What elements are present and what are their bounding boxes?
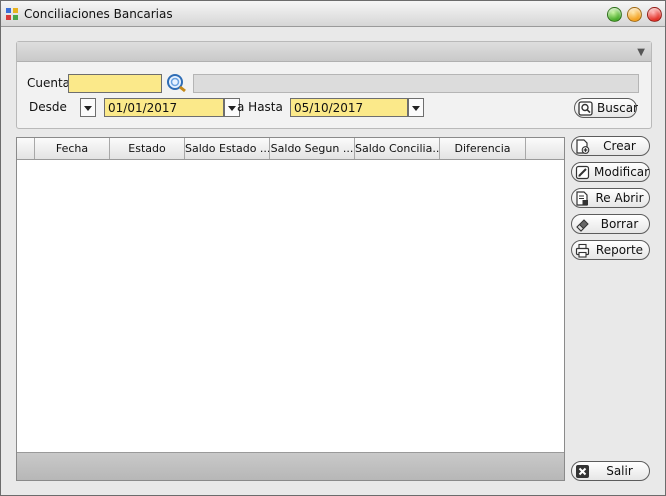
column-header-saldo-segun[interactable]: Saldo Segun ... — [270, 138, 355, 159]
edit-icon — [575, 165, 590, 180]
printer-icon — [575, 243, 590, 258]
crear-button[interactable]: Crear — [571, 136, 650, 156]
filter-panel-header[interactable]: ▼ — [17, 42, 651, 62]
title-bar[interactable]: Conciliaciones Bancarias — [1, 1, 665, 27]
crear-label: Crear — [603, 139, 636, 153]
search-icon — [578, 101, 593, 116]
borrar-label: Borrar — [600, 217, 639, 231]
cuenta-label: Cuenta — [27, 76, 71, 90]
new-document-icon — [576, 139, 590, 154]
hasta-label: a Hasta — [237, 100, 283, 114]
column-header-estado[interactable]: Estado — [110, 138, 185, 159]
row-selector-header[interactable] — [17, 138, 35, 159]
buscar-button[interactable]: Buscar — [574, 98, 638, 118]
grid-header: Fecha Estado Saldo Estado ... Saldo Segu… — [17, 138, 564, 160]
modificar-label: Modificar — [594, 165, 650, 179]
window-title: Conciliaciones Bancarias — [24, 7, 173, 21]
column-header-diferencia[interactable]: Diferencia — [440, 138, 526, 159]
filter-panel: ▼ Cuenta Desde a Hasta Buscar — [16, 41, 652, 129]
desde-label: Desde — [29, 100, 67, 114]
main-window: Conciliaciones Bancarias ▼ Cuenta Desde … — [0, 0, 666, 496]
desde-mode-dropdown[interactable] — [80, 98, 96, 117]
reabrir-button[interactable]: Re Abrir — [571, 188, 650, 208]
conciliaciones-grid[interactable]: Fecha Estado Saldo Estado ... Saldo Segu… — [16, 137, 565, 481]
cuenta-description-field — [193, 74, 639, 93]
borrar-button[interactable]: Borrar — [571, 214, 650, 234]
cuenta-input[interactable] — [68, 74, 162, 93]
column-header-saldo-conciliado[interactable]: Saldo Concilia... — [355, 138, 440, 159]
modificar-button[interactable]: Modificar — [571, 162, 650, 182]
salir-label: Salir — [606, 464, 633, 478]
minimize-button[interactable] — [607, 7, 622, 22]
maximize-button[interactable] — [627, 7, 642, 22]
reporte-button[interactable]: Reporte — [571, 240, 650, 260]
close-box-icon — [576, 465, 589, 478]
desde-date-input[interactable] — [104, 98, 224, 117]
reabrir-label: Re Abrir — [595, 191, 644, 205]
buscar-label: Buscar — [597, 101, 638, 115]
grid-footer — [17, 452, 564, 480]
app-icon — [6, 8, 18, 20]
magnifier-icon[interactable] — [165, 73, 187, 93]
hasta-date-dropdown[interactable] — [408, 98, 424, 117]
column-header-fecha[interactable]: Fecha — [35, 138, 110, 159]
hasta-date-input[interactable] — [290, 98, 408, 117]
reopen-document-icon — [576, 191, 588, 206]
salir-button[interactable]: Salir — [571, 461, 650, 481]
close-button[interactable] — [647, 7, 662, 22]
collapse-icon[interactable]: ▼ — [637, 47, 645, 58]
reporte-label: Reporte — [595, 243, 644, 257]
eraser-icon — [576, 219, 589, 232]
column-header-saldo-estado[interactable]: Saldo Estado ... — [185, 138, 270, 159]
